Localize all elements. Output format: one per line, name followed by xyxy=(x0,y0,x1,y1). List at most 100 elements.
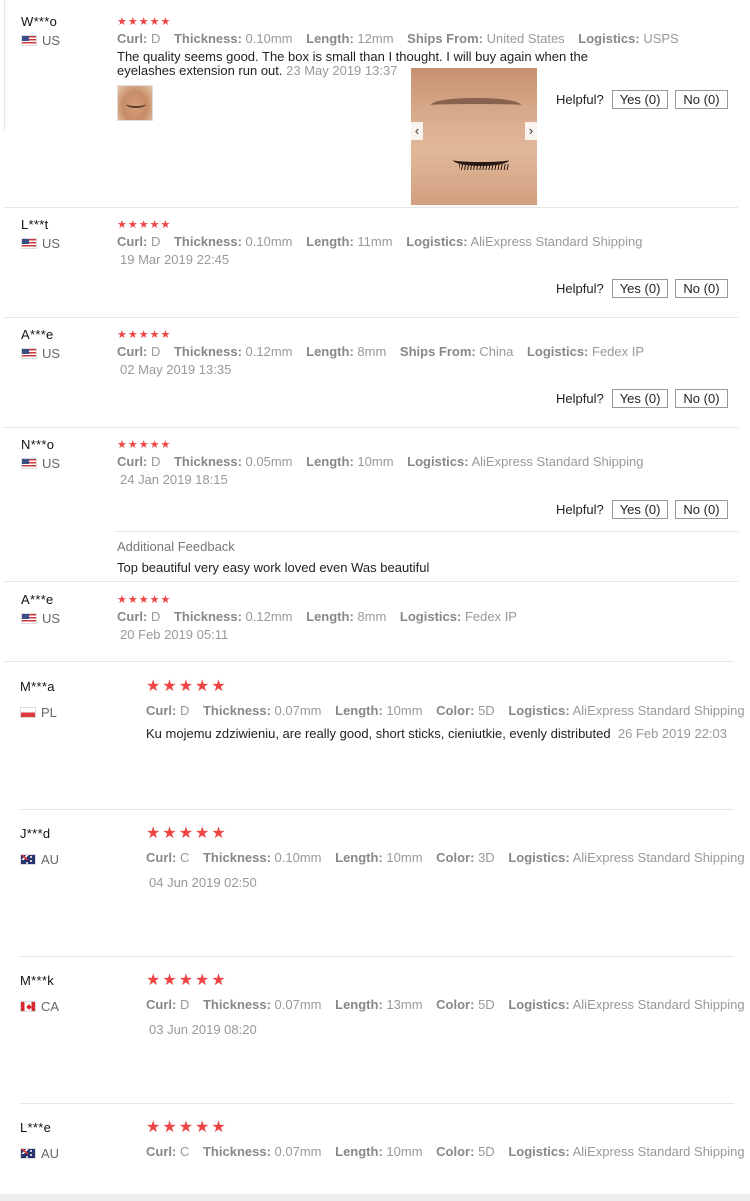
star-rating: ★★★★★ xyxy=(146,825,228,842)
reviewer-name: N***o xyxy=(21,437,55,452)
reviewer-country: US xyxy=(21,236,60,251)
color-value: 3D xyxy=(478,850,495,865)
helpful-label: Helpful? xyxy=(556,502,604,517)
helpful-vote: Helpful? Yes (0) No (0) xyxy=(556,500,735,519)
curl-label: Curl: xyxy=(117,31,148,46)
reviewer-name: L***e xyxy=(20,1120,52,1135)
helpful-yes-button[interactable]: Yes (0) xyxy=(611,90,669,109)
reviewer-name: M***a xyxy=(20,679,55,694)
logistics-value: AliExpress Standard Shipping xyxy=(471,454,644,469)
next-photo-arrow-icon[interactable]: › xyxy=(525,122,537,140)
star-rating: ★★★★★ xyxy=(117,16,172,28)
country-code: US xyxy=(42,346,61,361)
review-divider xyxy=(4,661,734,662)
curl-label: Curl: xyxy=(117,609,148,624)
ships-from-value: China xyxy=(479,344,514,359)
curl-label: Curl: xyxy=(117,234,148,249)
ships-from-value: United States xyxy=(486,31,565,46)
curl-value: D xyxy=(179,703,190,718)
reviewer-name: L***t xyxy=(21,217,49,232)
length-label: Length: xyxy=(335,850,383,865)
curl-value: D xyxy=(150,31,161,46)
logistics-label: Logistics: xyxy=(406,234,468,249)
thickness-label: Thickness: xyxy=(173,344,242,359)
thickness-label: Thickness: xyxy=(173,454,242,469)
thickness-label: Thickness: xyxy=(202,1144,271,1159)
logistics-label: Logistics: xyxy=(407,454,469,469)
helpful-yes-button[interactable]: Yes (0) xyxy=(611,389,669,408)
us-flag-icon xyxy=(21,613,37,624)
additional-feedback-text: Top beautiful very easy work loved even … xyxy=(117,560,430,575)
thickness-label: Thickness: xyxy=(173,609,242,624)
logistics-label: Logistics: xyxy=(508,997,570,1012)
review-divider xyxy=(4,581,738,582)
helpful-no-button[interactable]: No (0) xyxy=(675,500,728,519)
logistics-label: Logistics: xyxy=(578,31,640,46)
helpful-yes-button[interactable]: Yes (0) xyxy=(611,279,669,298)
helpful-label: Helpful? xyxy=(556,391,604,406)
logistics-value: AliExpress Standard Shipping xyxy=(572,1144,745,1159)
product-attributes: Curl: C Thickness: 0.10mm Length: 10mm C… xyxy=(146,850,750,865)
length-label: Length: xyxy=(306,454,354,469)
helpful-no-button[interactable]: No (0) xyxy=(675,279,728,298)
thickness-label: Thickness: xyxy=(202,997,271,1012)
country-code: AU xyxy=(41,852,60,867)
review-text-line: eyelashes extension run out. xyxy=(117,63,283,78)
curl-value: D xyxy=(179,997,190,1012)
country-code: CA xyxy=(41,999,60,1014)
helpful-vote: Helpful? Yes (0) No (0) xyxy=(556,389,735,408)
star-rating: ★★★★★ xyxy=(117,439,172,451)
curl-label: Curl: xyxy=(146,703,177,718)
helpful-label: Helpful? xyxy=(556,92,604,107)
left-border xyxy=(4,0,5,130)
reviewer-country: CA xyxy=(20,999,59,1014)
logistics-value: AliExpress Standard Shipping xyxy=(572,850,745,865)
color-label: Color: xyxy=(436,997,475,1012)
curl-value: D xyxy=(150,609,161,624)
curl-label: Curl: xyxy=(117,344,148,359)
thickness-value: 0.05mm xyxy=(245,454,293,469)
logistics-label: Logistics: xyxy=(399,609,462,624)
product-attributes: Curl: D Thickness: 0.12mm Length: 8mm Lo… xyxy=(117,609,527,624)
helpful-no-button[interactable]: No (0) xyxy=(675,90,728,109)
bottom-edge xyxy=(0,1194,750,1201)
thickness-value: 0.07mm xyxy=(274,997,322,1012)
review-photo-thumbnail[interactable] xyxy=(117,85,153,121)
length-value: 10mm xyxy=(386,703,423,718)
length-label: Length: xyxy=(306,344,354,359)
review-divider xyxy=(4,317,738,318)
review-text: Ku mojemu zdziwieniu, are really good, s… xyxy=(146,727,734,741)
review-divider xyxy=(4,207,738,208)
country-code: US xyxy=(42,236,61,251)
country-code: AU xyxy=(41,1146,60,1161)
length-value: 12mm xyxy=(357,31,394,46)
thickness-value: 0.10mm xyxy=(245,31,293,46)
product-attributes: Curl: D Thickness: 0.05mm Length: 10mm L… xyxy=(117,454,653,469)
helpful-yes-button[interactable]: Yes (0) xyxy=(611,500,669,519)
previous-photo-arrow-icon[interactable]: ‹ xyxy=(411,122,423,140)
helpful-no-button[interactable]: No (0) xyxy=(675,389,728,408)
length-label: Length: xyxy=(306,31,354,46)
color-label: Color: xyxy=(436,1144,475,1159)
reviewer-name: W***o xyxy=(21,14,58,29)
reviewer-country: US xyxy=(21,346,60,361)
star-rating: ★★★★★ xyxy=(117,594,172,606)
eyebrow-shape xyxy=(431,98,521,112)
thickness-value: 0.07mm xyxy=(274,1144,322,1159)
logistics-label: Logistics: xyxy=(508,1144,570,1159)
star-rating: ★★★★★ xyxy=(146,1119,228,1136)
reviewer-country: AU xyxy=(20,852,59,867)
us-flag-icon xyxy=(21,458,37,469)
thickness-label: Thickness: xyxy=(202,850,271,865)
curl-value: C xyxy=(179,850,190,865)
logistics-label: Logistics: xyxy=(526,344,589,359)
star-rating: ★★★★★ xyxy=(117,329,172,341)
us-flag-icon xyxy=(21,35,37,46)
helpful-vote: Helpful? Yes (0) No (0) xyxy=(556,90,735,109)
logistics-value: AliExpress Standard Shipping xyxy=(572,997,745,1012)
length-value: 10mm xyxy=(386,1144,423,1159)
logistics-value: AliExpress Standard Shipping xyxy=(470,234,643,249)
review-date: 24 Jan 2019 18:15 xyxy=(120,472,228,487)
length-value: 8mm xyxy=(357,344,387,359)
color-value: 5D xyxy=(478,997,495,1012)
